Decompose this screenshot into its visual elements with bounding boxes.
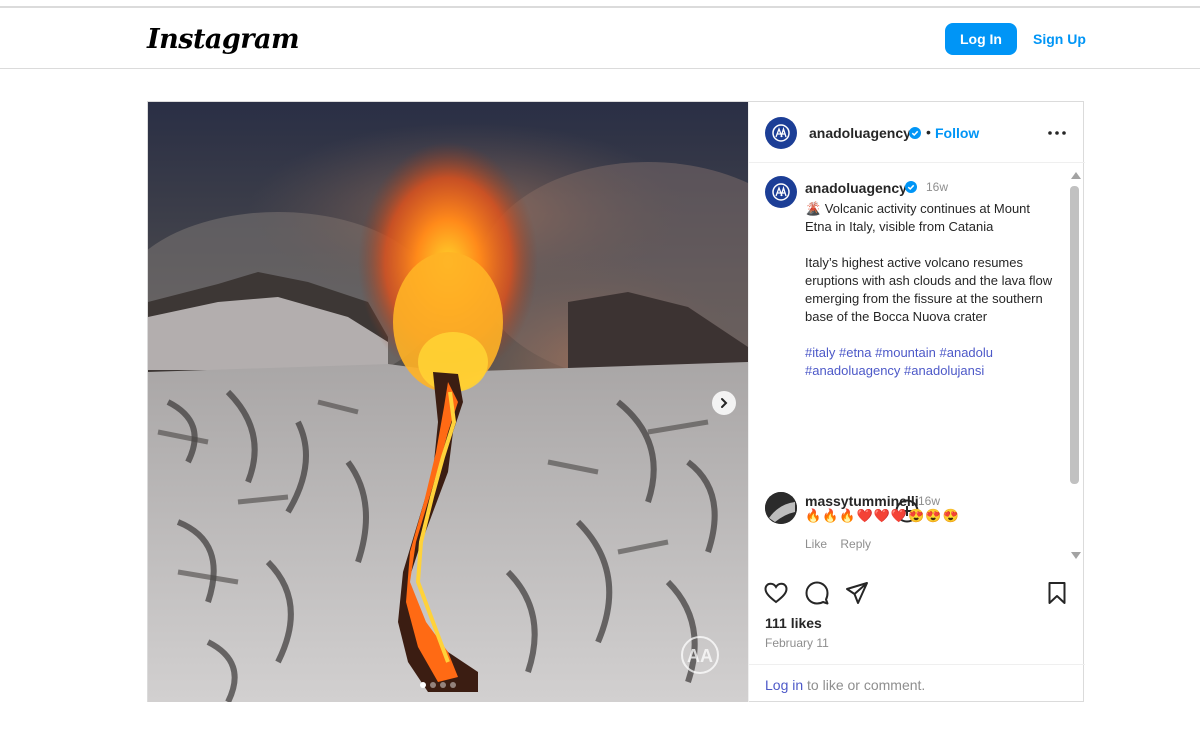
comment-text: 🔥🔥🔥❤️❤️❤️😍😍😍 [805,508,960,523]
caption-paragraph: Italy’s highest active volcano resumes e… [805,255,1053,324]
top-nav-bar: Instagram Log In Sign Up [0,10,1200,69]
signup-link[interactable]: Sign Up [1033,31,1086,47]
post-date[interactable]: February 11 [765,636,829,650]
login-button[interactable]: Log In [945,23,1017,55]
more-horizontal-icon[interactable] [1045,123,1069,143]
comment-timestamp[interactable]: 16w [918,494,940,508]
instagram-logo[interactable]: Instagram [147,24,300,55]
carousel-dot [450,682,456,688]
post-card: AA anadoluagency • Follow anadoluagency … [147,101,1085,702]
post-header: anadoluagency • Follow [749,102,1085,163]
browser-top-edge [0,0,1200,8]
post-media[interactable]: AA [148,102,748,702]
commenter-username[interactable]: massytumminelli [805,493,919,509]
carousel-dot [420,682,426,688]
post-sidebar: anadoluagency • Follow anadoluagency 16w… [748,102,1085,702]
hashtag-link[interactable]: #anadolu [940,345,994,360]
heart-icon[interactable] [763,580,789,606]
caption-text: 🌋 Volcanic activity continues at Mount E… [805,200,1053,398]
scroll-down-arrow-icon[interactable] [1071,552,1081,559]
comments-section[interactable]: anadoluagency 16w 🌋 Volcanic activity co… [749,164,1085,564]
hashtag-link[interactable]: #anadolujansi [904,363,984,378]
comment-actions: Like Reply [805,537,881,551]
follow-button[interactable]: Follow [935,125,979,141]
hashtag-link[interactable]: #mountain [875,345,936,360]
caption-avatar[interactable] [765,176,797,208]
comment-like-button[interactable]: Like [805,537,827,551]
verified-badge-icon [905,181,917,193]
hashtag-link[interactable]: #anadoluagency [805,363,900,378]
likes-count[interactable]: 111 likes [765,615,822,631]
carousel-dot [430,682,436,688]
author-avatar[interactable] [765,117,797,149]
login-prompt-text: to like or comment. [803,677,926,693]
paper-plane-icon[interactable] [844,580,870,606]
bookmark-icon[interactable] [1044,580,1070,606]
comment-reply-button[interactable]: Reply [840,537,871,551]
carousel-dot [440,682,446,688]
scrollbar-thumb[interactable] [1070,186,1079,484]
svg-text:AA: AA [687,646,713,666]
comments-scrollbar[interactable] [1069,172,1081,562]
aa-logo-icon [772,183,790,201]
caption-timestamp[interactable]: 16w [926,180,948,194]
post-actions [749,572,1085,612]
hashtag-link[interactable]: #italy [805,345,835,360]
caption-paragraph: 🌋 Volcanic activity continues at Mount E… [805,201,1031,234]
commenter-avatar[interactable] [765,492,797,524]
aa-logo-icon [772,124,790,142]
separator-dot: • [926,124,931,140]
login-link[interactable]: Log in [765,677,803,693]
login-to-comment: Log in to like or comment. [749,664,1085,702]
author-username[interactable]: anadoluagency [809,125,911,141]
scroll-up-arrow-icon[interactable] [1071,172,1081,179]
carousel-dots [420,682,456,688]
comment-bubble-icon[interactable] [804,580,830,606]
chevron-right-icon [721,398,728,408]
caption-username[interactable]: anadoluagency [805,180,907,196]
profile-photo-icon [765,492,797,524]
verified-badge-icon [909,127,921,139]
hashtag-link[interactable]: #etna [839,345,872,360]
volcano-image: AA [148,102,748,702]
next-media-button[interactable] [712,391,736,415]
caption-hashtags: #italy #etna #mountain #anadolu #anadolu… [805,344,1053,380]
